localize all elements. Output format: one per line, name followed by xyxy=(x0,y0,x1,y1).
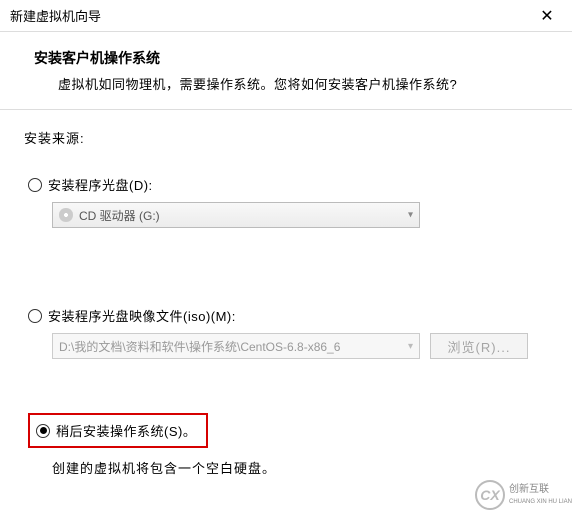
install-later-hint: 创建的虚拟机将包含一个空白硬盘。 xyxy=(52,458,548,477)
window-title: 新建虚拟机向导 xyxy=(10,6,101,25)
close-icon[interactable]: ✕ xyxy=(532,6,562,26)
iso-path-input[interactable]: D:\我的文档\资料和软件\操作系统\CentOS-6.8-x86_6 ▾ xyxy=(52,333,420,359)
radio-label-disc: 安装程序光盘(D): xyxy=(48,175,153,194)
radio-icon[interactable] xyxy=(36,424,50,438)
cd-drive-value: CD 驱动器 (G:) xyxy=(79,207,160,224)
browse-button[interactable]: 浏览(R)... xyxy=(430,333,528,359)
radio-installer-disc[interactable]: 安装程序光盘(D): xyxy=(28,175,548,194)
content-area: 安装来源: 安装程序光盘(D): CD 驱动器 (G:) ▾ 安装程序光盘映像文… xyxy=(0,110,572,477)
option-installer-disc: 安装程序光盘(D): CD 驱动器 (G:) ▾ xyxy=(24,175,548,228)
option-install-later: 稍后安装操作系统(S)。 创建的虚拟机将包含一个空白硬盘。 xyxy=(24,413,548,477)
page-title: 安装客户机操作系统 xyxy=(34,48,548,68)
cd-drive-select[interactable]: CD 驱动器 (G:) ▾ xyxy=(52,202,420,228)
option-iso-file: 安装程序光盘映像文件(iso)(M): D:\我的文档\资料和软件\操作系统\C… xyxy=(24,306,548,359)
titlebar: 新建虚拟机向导 ✕ xyxy=(0,0,572,32)
radio-label-iso: 安装程序光盘映像文件(iso)(M): xyxy=(48,306,236,325)
wizard-header: 安装客户机操作系统 虚拟机如同物理机，需要操作系统。您将如何安装客户机操作系统? xyxy=(0,32,572,110)
cd-icon xyxy=(59,208,73,222)
watermark: CX 创新互联 CHUANG XIN HU LIAN xyxy=(475,480,572,510)
watermark-text: 创新互联 CHUANG XIN HU LIAN xyxy=(509,484,572,506)
iso-path-value: D:\我的文档\资料和软件\操作系统\CentOS-6.8-x86_6 xyxy=(59,338,340,355)
install-source-label: 安装来源: xyxy=(24,128,548,147)
highlight-box: 稍后安装操作系统(S)。 xyxy=(28,413,208,448)
chevron-down-icon: ▾ xyxy=(408,210,413,221)
chevron-down-icon: ▾ xyxy=(408,341,413,352)
watermark-logo: CX xyxy=(475,480,505,510)
radio-label-later[interactable]: 稍后安装操作系统(S)。 xyxy=(56,421,196,440)
radio-icon xyxy=(28,309,42,323)
page-description: 虚拟机如同物理机，需要操作系统。您将如何安装客户机操作系统? xyxy=(58,74,548,93)
radio-icon xyxy=(28,178,42,192)
radio-iso-file[interactable]: 安装程序光盘映像文件(iso)(M): xyxy=(28,306,548,325)
